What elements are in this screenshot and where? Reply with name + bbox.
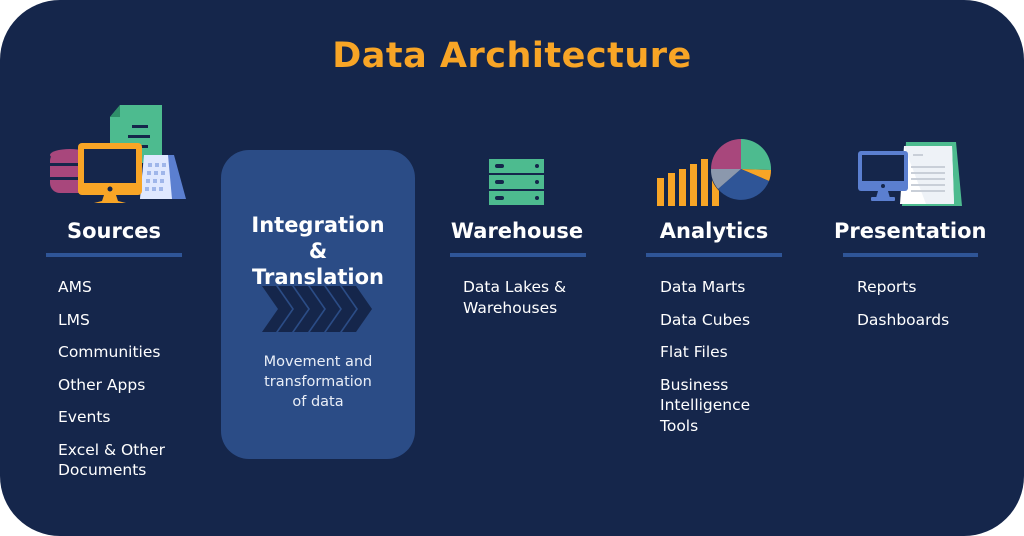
list-presentation: Reports Dashboards bbox=[857, 277, 977, 342]
list-warehouse: Data Lakes & Warehouses bbox=[463, 277, 583, 330]
list-item: Flat Files bbox=[660, 343, 728, 361]
column-title-sources: Sources bbox=[66, 219, 162, 243]
list-sources: AMS LMS Communities Other Apps Events Ex… bbox=[58, 277, 208, 493]
chevrons-right-icon bbox=[262, 286, 372, 332]
list-item: Data Lakes & Warehouses bbox=[463, 278, 567, 317]
divider-analytics bbox=[646, 253, 782, 257]
monitor-icon bbox=[78, 143, 142, 203]
column-title-analytics: Analytics bbox=[659, 219, 769, 243]
chart-icon bbox=[657, 138, 772, 206]
diagram-panel: Data Architecture Sources AMS LMS Commun… bbox=[0, 0, 1024, 536]
report-easel-icon bbox=[900, 142, 962, 206]
divider-sources bbox=[46, 253, 182, 257]
list-item: Communities bbox=[58, 343, 161, 361]
column-title-integration: Integration & Translation bbox=[251, 213, 385, 289]
pie-chart-icon bbox=[710, 138, 772, 200]
list-item: Business Intelligence Tools bbox=[660, 375, 751, 435]
presentation-icon bbox=[858, 142, 962, 206]
list-analytics: Data Marts Data Cubes Flat Files Busines… bbox=[660, 277, 770, 448]
list-item: Events bbox=[58, 408, 111, 426]
list-item: Dashboards bbox=[857, 310, 950, 329]
list-item: Other Apps bbox=[58, 375, 146, 394]
column-title-presentation: Presentation bbox=[834, 219, 987, 243]
calendar-icon bbox=[140, 155, 186, 199]
column-title-warehouse: Warehouse bbox=[450, 219, 584, 243]
sources-icon bbox=[50, 105, 186, 203]
monitor-icon bbox=[858, 151, 908, 201]
server-icon bbox=[489, 159, 544, 205]
diagram-title: Data Architecture bbox=[332, 36, 692, 76]
list-item: Data Cubes bbox=[660, 310, 751, 329]
integration-description: Movement and transformation of data bbox=[263, 354, 373, 410]
divider-presentation bbox=[843, 253, 978, 257]
column-integration: Integration & Translation Movement and t… bbox=[221, 150, 415, 459]
divider-warehouse bbox=[450, 253, 586, 257]
list-item: Reports bbox=[857, 278, 917, 296]
list-item: Data Marts bbox=[660, 278, 746, 296]
list-item: AMS bbox=[58, 278, 92, 296]
list-item: Excel & Other Documents bbox=[58, 440, 166, 480]
bar-chart-icon bbox=[657, 159, 719, 206]
list-item: LMS bbox=[58, 310, 90, 329]
